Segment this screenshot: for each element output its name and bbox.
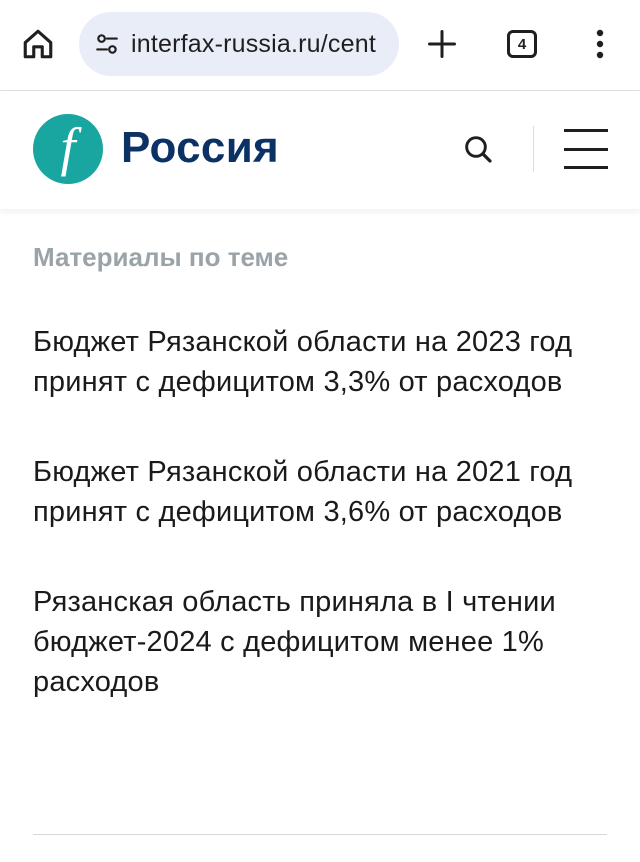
- related-article-link[interactable]: Бюджет Рязанской области на 2021 год при…: [33, 452, 613, 532]
- search-button[interactable]: [456, 127, 500, 171]
- site-settings-icon[interactable]: [93, 30, 121, 58]
- url-text[interactable]: interfax-russia.ru/cent: [131, 30, 376, 59]
- search-icon: [465, 136, 492, 163]
- more-vertical-icon: [596, 29, 604, 59]
- tab-switcher-button[interactable]: 4: [500, 22, 544, 66]
- address-bar[interactable]: interfax-russia.ru/cent: [79, 12, 399, 76]
- home-icon: [23, 29, 53, 59]
- plus-icon: [428, 30, 456, 58]
- related-article-link[interactable]: Бюджет Рязанской области на 2023 год при…: [33, 322, 613, 402]
- logo-letter: f: [60, 117, 76, 177]
- section-divider: [33, 834, 607, 835]
- related-articles-list: Бюджет Рязанской области на 2023 год при…: [33, 322, 613, 752]
- site-title[interactable]: Россия: [121, 123, 279, 173]
- home-button[interactable]: [16, 22, 60, 66]
- tab-count: 4: [507, 30, 537, 58]
- header-separator: [533, 126, 534, 172]
- browser-toolbar: interfax-russia.ru/cent 4: [0, 0, 640, 90]
- related-section-title: Материалы по теме: [33, 242, 289, 272]
- new-tab-button[interactable]: [420, 22, 464, 66]
- more-menu-button[interactable]: [580, 22, 620, 66]
- related-article-link[interactable]: Рязанская область приняла в I чтении бюд…: [33, 582, 613, 702]
- menu-icon-line: [564, 147, 608, 151]
- site-logo[interactable]: f: [33, 114, 103, 184]
- menu-icon-line: [564, 129, 608, 132]
- hamburger-menu-button[interactable]: [564, 129, 610, 169]
- site-header: f Россия: [0, 91, 640, 209]
- menu-icon-line: [564, 166, 608, 169]
